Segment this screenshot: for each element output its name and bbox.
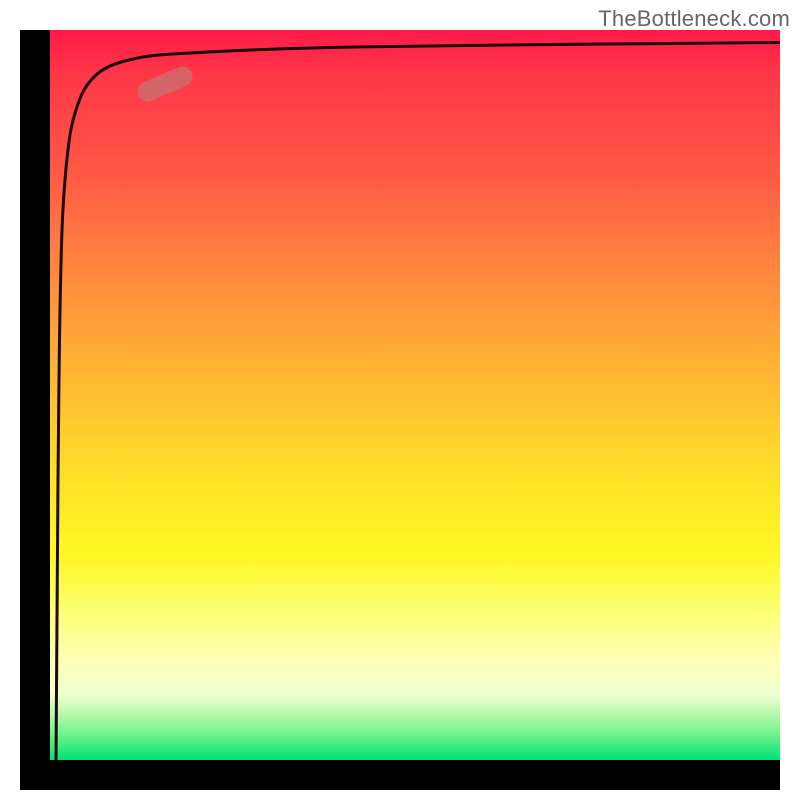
plot-area [50, 30, 780, 760]
watermark-text: TheBottleneck.com [598, 6, 790, 32]
chart-container: TheBottleneck.com [0, 0, 800, 800]
curve-svg [50, 30, 780, 760]
curve-path [56, 43, 780, 761]
plot-frame [20, 30, 780, 790]
